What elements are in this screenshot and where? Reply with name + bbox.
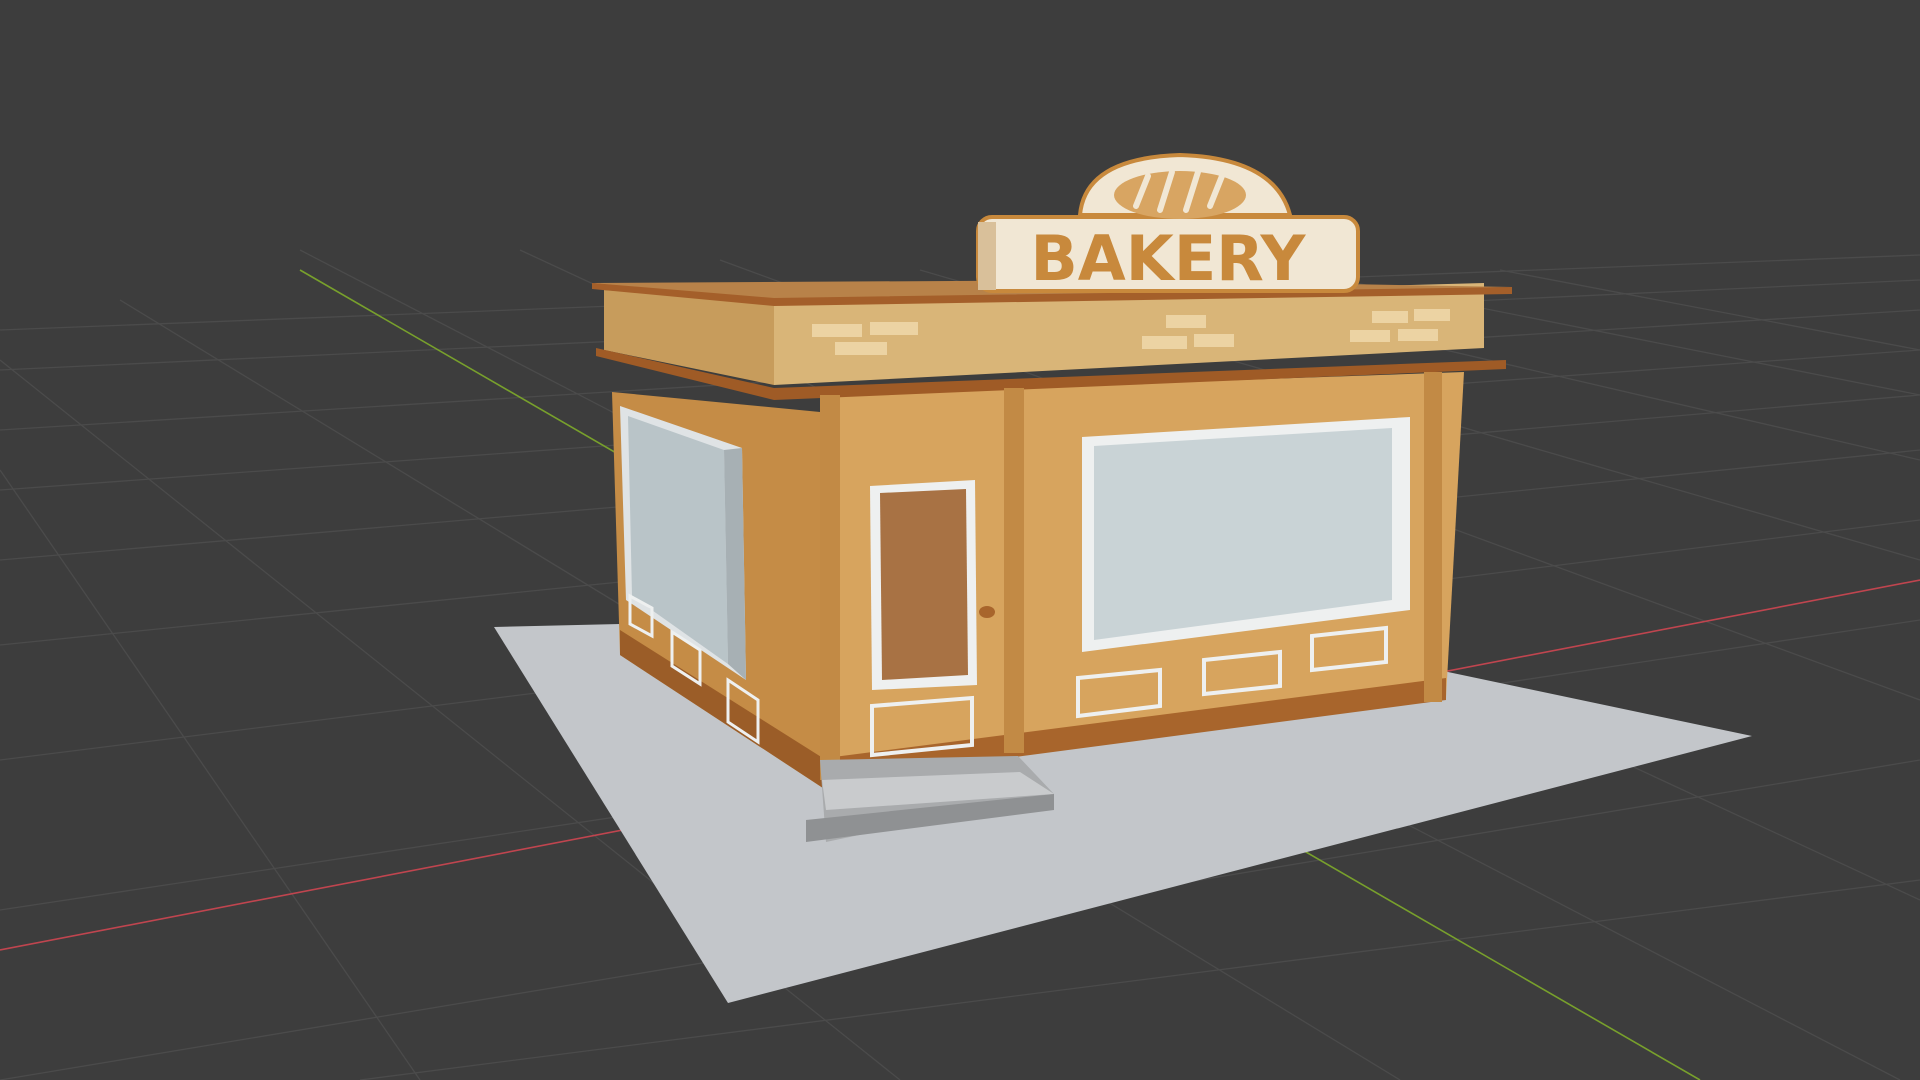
door[interactable] (880, 489, 968, 680)
pilaster (1004, 388, 1024, 753)
door-knob (979, 606, 995, 618)
sign-side (978, 222, 996, 290)
bakery-sign[interactable]: BAKERY (976, 152, 1360, 295)
bread-icon (1114, 169, 1246, 219)
sign-text: BAKERY (1031, 222, 1307, 295)
pilaster (820, 395, 840, 780)
3d-viewport[interactable]: BAKERY (0, 0, 1920, 1080)
viewport-canvas[interactable]: BAKERY (0, 0, 1920, 1080)
pilaster (1424, 372, 1442, 702)
